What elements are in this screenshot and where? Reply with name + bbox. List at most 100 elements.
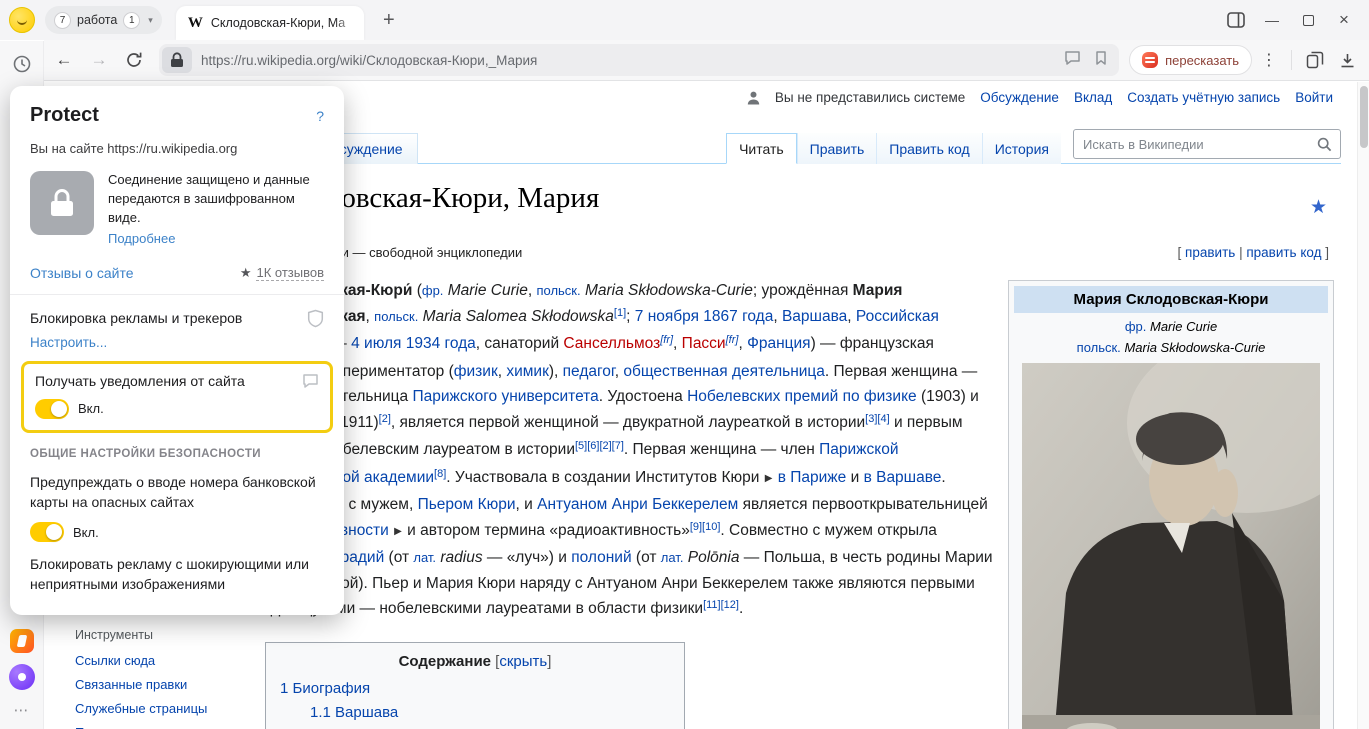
link-segment[interactable]: общественная деятельница xyxy=(623,363,825,380)
card-warning-toggle[interactable] xyxy=(30,522,64,542)
configure-link[interactable]: Настроить... xyxy=(30,335,324,350)
maximize-button[interactable] xyxy=(1299,11,1317,29)
link-segment[interactable]: Антуаном Анри Беккерелем xyxy=(537,496,738,513)
link-segment[interactable]: в Париже xyxy=(778,469,847,486)
tagline-row: Из Википедии — свободной энциклопедии [ … xyxy=(265,245,1329,260)
tab-edit[interactable]: Править xyxy=(797,133,877,164)
details-link[interactable]: Подробнее xyxy=(108,231,324,246)
watch-star-icon[interactable]: ★ xyxy=(1310,198,1327,217)
toc-header[interactable]: Содержание [скрыть] xyxy=(280,653,670,670)
link-segment[interactable]: полоний xyxy=(571,549,631,566)
sidebar-link-whatlinkshere[interactable]: Ссылки сюда xyxy=(75,653,207,668)
scrollbar-thumb[interactable] xyxy=(1360,86,1368,148)
active-tab[interactable]: W Склодовская-Кюри, Ма xyxy=(176,6,364,40)
site-info-button[interactable] xyxy=(162,47,192,73)
toc-item-warsaw[interactable]: 1.1 Варшава xyxy=(310,704,670,721)
tab-edit-source[interactable]: Править код xyxy=(876,133,981,164)
sidebar-link-special-pages[interactable]: Служебные страницы xyxy=(75,701,207,716)
anon-notice[interactable]: Вы не представились системе xyxy=(775,90,965,105)
tab-history[interactable]: История xyxy=(982,133,1061,164)
link-segment[interactable]: [9][10] xyxy=(690,521,721,533)
personal-link-create-account[interactable]: Создать учётную запись xyxy=(1127,90,1280,105)
text-segment: Maria Skłodowska-Curie xyxy=(1124,340,1265,355)
link-segment[interactable]: педагог xyxy=(563,363,615,380)
close-button[interactable]: × xyxy=(1335,11,1353,29)
more-services-button[interactable]: ⋯ xyxy=(14,701,30,719)
link-segment[interactable]: Нобелевских премий по физике xyxy=(687,388,917,405)
reviews-summary[interactable]: ★ 1К отзывов xyxy=(240,265,324,281)
portrait-photo[interactable] xyxy=(1022,363,1320,729)
link-segment[interactable]: [fr] xyxy=(726,334,739,346)
new-tab-button[interactable]: + xyxy=(376,7,402,33)
market-icon[interactable] xyxy=(10,629,34,653)
toc-item-biography[interactable]: 1 Биография xyxy=(280,680,670,697)
personal-link-contribs[interactable]: Вклад xyxy=(1074,90,1112,105)
link-segment[interactable]: [5][6][2][7] xyxy=(575,440,624,452)
link-segment[interactable]: [1] xyxy=(614,307,626,319)
page-scrollbar[interactable] xyxy=(1357,82,1369,729)
link-segment[interactable]: 1934 года xyxy=(406,335,476,352)
link-segment[interactable]: лат. xyxy=(661,550,684,565)
address-bar-actions xyxy=(1053,50,1119,71)
link-segment[interactable]: польск. xyxy=(1077,340,1121,355)
chevron-down-icon: ▾ xyxy=(148,15,153,26)
edit-links[interactable]: [ править | править код ] xyxy=(1178,245,1329,260)
search-button[interactable] xyxy=(1317,137,1340,152)
back-button[interactable]: ← xyxy=(49,45,79,75)
side-panel-button[interactable] xyxy=(1227,11,1245,29)
link-segment[interactable]: Парижского университета xyxy=(413,388,599,405)
link-segment[interactable]: Варшава xyxy=(782,308,847,325)
personal-link-talk[interactable]: Обсуждение xyxy=(980,90,1059,105)
search-input[interactable] xyxy=(1074,137,1317,152)
reload-button[interactable] xyxy=(119,45,149,75)
summarize-button[interactable]: пересказать xyxy=(1129,45,1252,75)
notifications-toggle[interactable] xyxy=(35,399,69,419)
collections-button[interactable] xyxy=(1301,46,1329,74)
history-button[interactable] xyxy=(7,49,37,79)
more-menu-button[interactable]: ⋮ xyxy=(1261,50,1277,70)
alice-icon[interactable] xyxy=(9,664,35,690)
link-segment[interactable]: фр. xyxy=(1125,319,1147,334)
downloads-button[interactable] xyxy=(1333,46,1361,74)
minimize-button[interactable]: — xyxy=(1263,11,1281,29)
link-segment[interactable]: польск. xyxy=(536,283,580,298)
link-segment[interactable]: [fr] xyxy=(660,334,673,346)
link-segment[interactable]: [2] xyxy=(379,413,391,425)
link-segment[interactable]: скрыть xyxy=(499,653,547,670)
link-segment[interactable]: Пасси xyxy=(682,335,726,352)
site-reviews-link[interactable]: Отзывы о сайте xyxy=(30,265,134,281)
bookmark-button[interactable] xyxy=(1094,50,1108,71)
link-segment[interactable]: Санселльмоз xyxy=(563,335,660,352)
link-segment[interactable]: Франция xyxy=(747,335,811,352)
link-segment[interactable]: химик xyxy=(506,363,549,380)
comments-button[interactable] xyxy=(1064,50,1081,71)
link-segment[interactable]: [8] xyxy=(434,468,446,480)
link-segment[interactable]: править код xyxy=(1246,245,1321,260)
sidebar-link-permanent[interactable]: Постоянная ссылка xyxy=(75,725,207,729)
tab-read[interactable]: Читать xyxy=(726,133,797,164)
link-segment[interactable]: физик xyxy=(454,363,498,380)
address-bar[interactable]: https://ru.wikipedia.org/wiki/Склодовска… xyxy=(159,44,1119,76)
link-segment[interactable]: радий xyxy=(341,549,385,566)
secure-lock-icon xyxy=(30,171,94,235)
personal-link-login[interactable]: Войти xyxy=(1295,90,1333,105)
profile-avatar[interactable] xyxy=(9,7,35,33)
link-segment[interactable]: польск. xyxy=(374,309,418,324)
link-segment[interactable]: 4 июля xyxy=(351,335,401,352)
link-segment[interactable]: Пьером Кюри xyxy=(418,496,516,513)
user-icon xyxy=(747,91,760,105)
link-segment[interactable]: 7 ноября xyxy=(635,308,699,325)
url-text[interactable]: https://ru.wikipedia.org/wiki/Склодовска… xyxy=(201,53,1053,68)
forward-button[interactable]: → xyxy=(84,45,114,75)
link-segment[interactable]: [11][12] xyxy=(703,599,739,611)
sidebar-link-related-changes[interactable]: Связанные правки xyxy=(75,677,207,692)
tab-group[interactable]: 7 работа 1 ▾ xyxy=(45,6,162,34)
link-segment[interactable]: в Варшаве xyxy=(864,469,942,486)
link-segment[interactable]: править xyxy=(1185,245,1235,260)
protect-help-link[interactable]: ? xyxy=(316,108,324,124)
link-segment[interactable]: фр. xyxy=(422,283,444,298)
link-segment[interactable]: лат. xyxy=(413,550,436,565)
summarize-label: пересказать xyxy=(1165,53,1239,68)
link-segment[interactable]: [3][4] xyxy=(865,413,889,425)
link-segment[interactable]: 1867 года xyxy=(703,308,773,325)
